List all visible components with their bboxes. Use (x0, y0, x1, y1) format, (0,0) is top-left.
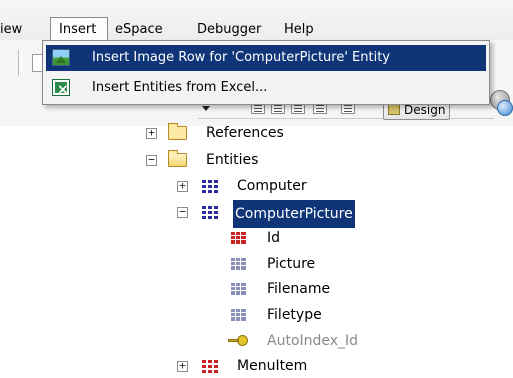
entity-icon (202, 206, 218, 219)
image-row-icon (52, 49, 70, 66)
menu-debugger[interactable]: Debugger (197, 20, 261, 40)
tree-label-menu-item: MenuItem (237, 358, 308, 374)
design-icon (388, 104, 400, 115)
menu-bar: iew Insert eSpace Debugger Help (0, 0, 513, 41)
tree-label-references: References (206, 125, 284, 141)
entity-icon (202, 180, 218, 193)
menu-help[interactable]: Help (284, 20, 314, 40)
excel-icon (52, 77, 70, 103)
collapse-icon[interactable]: − (146, 154, 157, 166)
tree-label-filetype: Filetype (267, 307, 322, 323)
insert-menu-dropdown: Insert Image Row for 'ComputerPicture' E… (42, 40, 490, 105)
key-icon (228, 334, 250, 348)
menu-view[interactable]: iew (0, 20, 44, 40)
expand-icon[interactable]: + (177, 360, 188, 372)
toolbar-separator (18, 50, 22, 76)
menu-insert[interactable]: Insert (50, 17, 108, 40)
menu-item-label: Insert Entities from Excel... (92, 80, 268, 95)
design-label: Design (404, 103, 446, 117)
folder-icon (168, 123, 187, 140)
tree-label-entities: Entities (206, 152, 259, 168)
attribute-icon (231, 283, 246, 295)
expand-icon[interactable]: + (177, 180, 188, 192)
attribute-icon (231, 258, 246, 270)
menu-item-label: Insert Image Row for 'ComputerPicture' E… (92, 50, 391, 65)
entity-icon (202, 360, 218, 373)
tree-label-computer-picture: ComputerPicture (233, 200, 355, 228)
menu-item-insert-image-row[interactable]: Insert Image Row for 'ComputerPicture' E… (46, 45, 486, 71)
tree-label-id: Id (267, 230, 281, 246)
tree-label-picture: Picture (267, 256, 316, 272)
menu-item-insert-entities-excel[interactable]: Insert Entities from Excel... (46, 75, 486, 103)
dropdown-arrow-icon[interactable] (202, 106, 210, 111)
menu-espace[interactable]: eSpace (115, 20, 163, 40)
tree-label-filename: Filename (267, 281, 331, 297)
tree-label-autoindex: AutoIndex_Id (267, 333, 359, 349)
identifier-attribute-icon (231, 232, 246, 244)
attribute-icon (231, 309, 246, 321)
collapse-icon[interactable]: − (177, 206, 188, 218)
tree-label-computer: Computer (237, 178, 307, 194)
open-folder-icon (168, 150, 187, 167)
expand-icon[interactable]: + (146, 127, 157, 139)
refresh-icon[interactable] (497, 100, 513, 116)
